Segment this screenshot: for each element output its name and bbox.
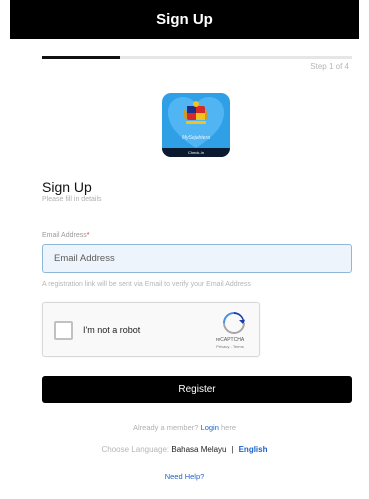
language-selector: Choose Language: Bahasa Melayu | English <box>0 445 369 454</box>
page-title: Sign Up <box>156 11 213 28</box>
email-label: Email Address* <box>42 232 89 239</box>
login-prompt: Already a member? Login here <box>0 423 369 432</box>
step-indicator: Step 1 of 4 <box>310 62 349 71</box>
form-title: Sign Up <box>42 179 92 195</box>
email-note: A registration link will be sent via Ema… <box>42 281 251 288</box>
recaptcha-label: I'm not a robot <box>83 325 141 335</box>
login-prefix: Already a member? <box>132 423 199 432</box>
recaptcha-icon <box>223 312 245 334</box>
required-mark: * <box>86 232 90 239</box>
email-field[interactable] <box>42 244 352 273</box>
register-button[interactable]: Register <box>42 376 352 403</box>
language-option-bm[interactable]: Bahasa Melayu <box>171 445 226 454</box>
recaptcha-brand: reCAPTCHA <box>215 337 245 343</box>
recaptcha-terms[interactable]: Privacy - Terms <box>203 344 257 349</box>
login-link[interactable]: Login <box>201 423 219 432</box>
progress-fill <box>42 56 120 59</box>
app-logo: MySejahtera Check-In <box>162 93 230 157</box>
logo-caption: MySejahtera <box>181 135 211 141</box>
language-option-en[interactable]: English <box>239 445 268 454</box>
progress-bar <box>42 56 352 59</box>
recaptcha-checkbox[interactable] <box>54 321 73 340</box>
language-separator: | <box>231 445 234 454</box>
login-suffix: here <box>220 423 236 432</box>
form-subtitle: Please fill in details <box>42 196 102 203</box>
language-prefix: Choose Language: <box>101 445 170 454</box>
recaptcha-widget: I'm not a robot reCAPTCHA Privacy - Term… <box>42 302 260 357</box>
email-label-text: Email Address <box>42 232 87 239</box>
need-help-link[interactable]: Need Help? <box>0 472 369 481</box>
page-header: Sign Up <box>10 0 359 39</box>
logo-band: Check-In <box>162 148 230 157</box>
